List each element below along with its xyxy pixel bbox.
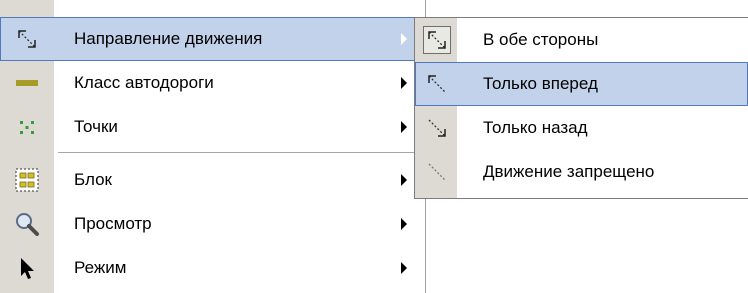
both-directions-icon xyxy=(423,26,451,54)
block-icon xyxy=(13,166,41,194)
menu-item-direction[interactable]: Направление движения xyxy=(0,17,425,61)
direction-arrow-icon xyxy=(13,25,41,53)
submenu-arrow-icon xyxy=(401,262,407,274)
traffic-prohibited-icon xyxy=(423,158,451,186)
forward-only-icon xyxy=(423,70,451,98)
submenu-item-both-directions[interactable]: В обе стороны xyxy=(415,18,748,62)
context-menu: Направление движения Класс автодороги То… xyxy=(0,0,426,293)
cursor-arrow-icon xyxy=(13,254,41,282)
menu-separator xyxy=(58,152,419,153)
menu-item-label: Класс автодороги xyxy=(74,73,214,92)
road-class-bar-icon xyxy=(13,69,41,97)
submenu-item-traffic-prohibited[interactable]: Движение запрещено xyxy=(415,150,748,194)
submenu-item-label: Только вперед xyxy=(483,74,598,93)
submenu-arrow-icon xyxy=(401,121,407,133)
submenu-item-label: Только назад xyxy=(483,118,588,137)
submenu-item-backward-only[interactable]: Только назад xyxy=(415,106,748,150)
menu-item-label: Блок xyxy=(74,170,112,189)
submenu-arrow-icon xyxy=(401,77,407,89)
magnifier-icon xyxy=(13,210,41,238)
menu-item-label: Режим xyxy=(74,258,127,277)
submenu-item-label: В обе стороны xyxy=(483,30,599,49)
backward-only-icon xyxy=(423,114,451,142)
menu-item-label: Точки xyxy=(74,117,118,136)
submenu-item-forward-only[interactable]: Только вперед xyxy=(415,62,748,106)
menu-item-block[interactable]: Блок xyxy=(0,158,425,202)
menu-item-label: Направление движения xyxy=(74,29,263,48)
points-icon xyxy=(13,113,41,141)
submenu-arrow-icon xyxy=(401,218,407,230)
direction-submenu: В обе стороны Только вперед Только назад… xyxy=(414,17,748,199)
submenu-arrow-icon xyxy=(401,174,407,186)
menu-item-points[interactable]: Точки xyxy=(0,105,425,149)
submenu-item-label: Движение запрещено xyxy=(483,162,655,181)
menu-item-road-class[interactable]: Класс автодороги xyxy=(0,61,425,105)
menu-item-view[interactable]: Просмотр xyxy=(0,202,425,246)
menu-item-mode[interactable]: Режим xyxy=(0,246,425,290)
menu-item-label: Просмотр xyxy=(74,214,152,233)
submenu-arrow-icon xyxy=(401,33,407,45)
